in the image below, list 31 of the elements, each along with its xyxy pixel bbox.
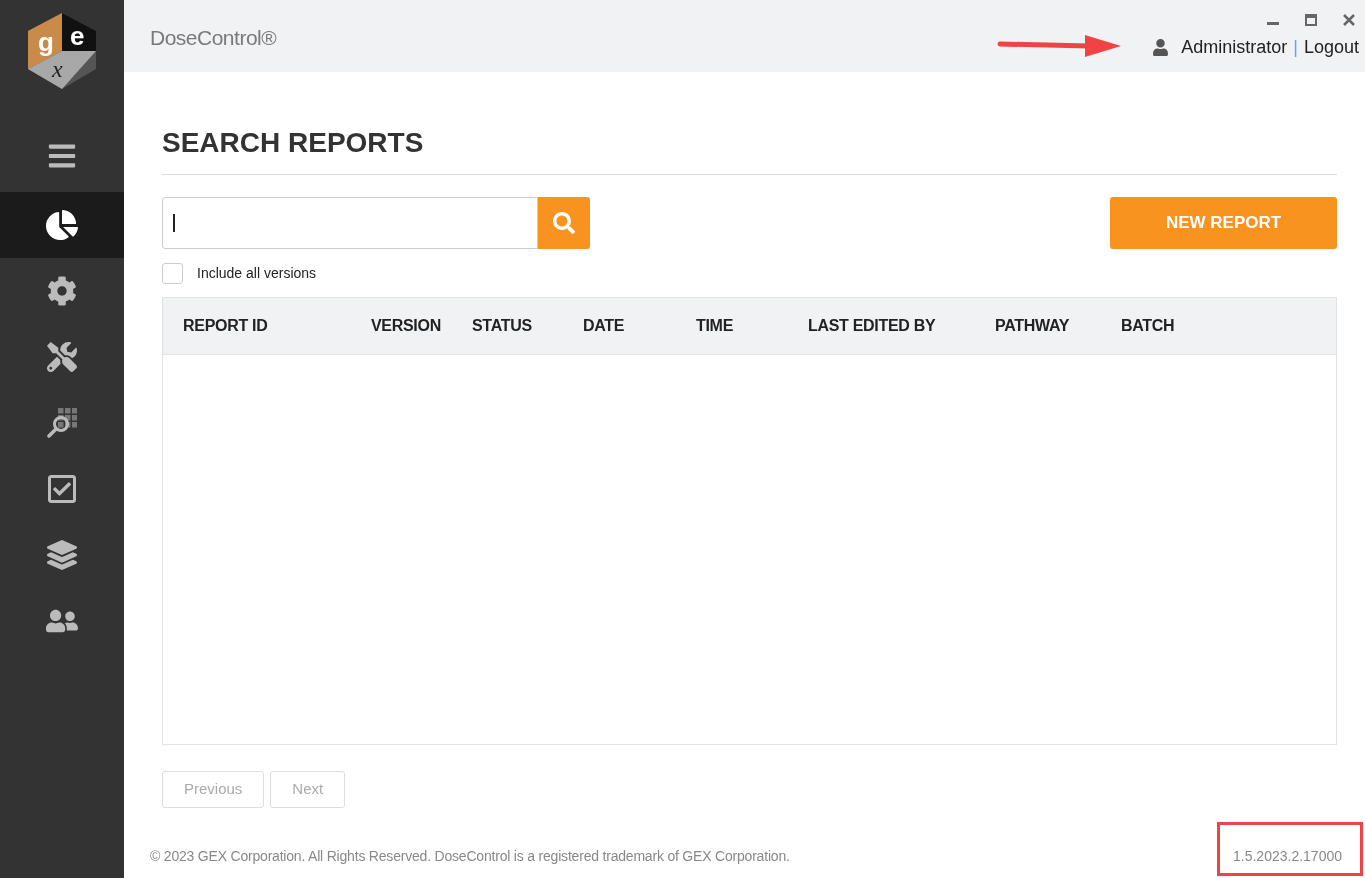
column-header: DATE — [583, 316, 626, 336]
page-title: SEARCH REPORTS — [162, 122, 1337, 175]
app-title: DoseControl® — [150, 25, 277, 51]
column-header: TIME — [696, 316, 735, 336]
column-header: LAST EDITED BY — [808, 316, 937, 336]
version-text: 1.5.2023.2.17000 — [1233, 846, 1343, 866]
sidebar-item[interactable] — [0, 192, 124, 258]
settings-icon — [47, 276, 77, 306]
maximize-icon[interactable] — [1305, 14, 1317, 26]
copyright-text: © 2023 GEX Corporation. All Rights Reserved. DoseControl is a registered trademark of GEX Corporation. — [150, 846, 790, 866]
column-header: REPORT ID — [183, 316, 269, 336]
separator: | — [1293, 36, 1298, 59]
column-header: PATHWAY — [995, 316, 1071, 336]
magnifier-grid-icon — [47, 407, 77, 439]
search-icon — [553, 212, 575, 234]
column-header: VERSION — [371, 316, 442, 336]
checkbox-label: Include all versions — [197, 264, 317, 283]
text-cursor — [173, 214, 175, 232]
pie-chart-icon — [46, 209, 78, 241]
logout-link[interactable]: Logout — [1303, 34, 1359, 61]
column-header: STATUS — [472, 316, 533, 336]
close-icon[interactable] — [1343, 14, 1355, 26]
user-icon — [1152, 39, 1170, 56]
new-report-button[interactable]: NEW REPORT — [1110, 197, 1337, 249]
layers-icon — [47, 540, 77, 570]
checkbox[interactable] — [162, 263, 183, 284]
hammer-wrench-icon — [47, 342, 77, 372]
search-field[interactable] — [162, 197, 538, 249]
checkbox-icon — [46, 473, 78, 505]
column-header: BATCH — [1121, 316, 1176, 336]
user-name: Administrator — [1181, 36, 1288, 59]
